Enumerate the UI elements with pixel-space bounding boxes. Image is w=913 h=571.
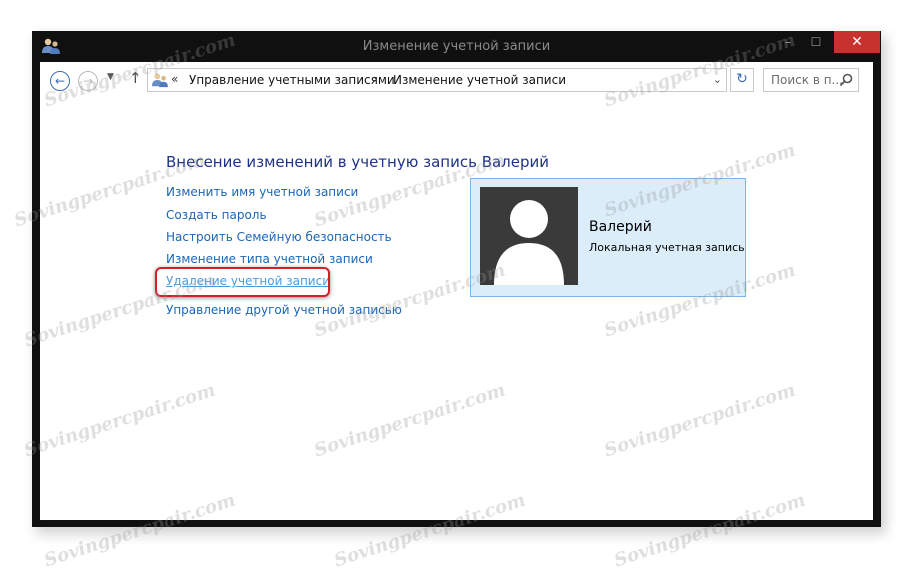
highlight-frame: [155, 267, 330, 297]
minimize-button[interactable]: –: [775, 31, 801, 53]
breadcrumb-change-account[interactable]: Изменение учетной записи: [393, 73, 566, 87]
back-button[interactable]: ←: [50, 71, 70, 91]
refresh-icon: ↻: [736, 71, 748, 87]
back-icon: ←: [54, 74, 66, 88]
link-manage-other-account[interactable]: Управление другой учетной записью: [166, 303, 402, 317]
title-bar[interactable]: Изменение учетной записи – ☐ ✕: [32, 31, 881, 62]
up-arrow-icon[interactable]: ↑: [129, 69, 142, 87]
account-type: Локальная учетная запись: [589, 241, 745, 254]
search-box[interactable]: Поиск в п...: [763, 68, 859, 92]
link-family-safety[interactable]: Настроить Семейную безопасность: [166, 230, 392, 244]
close-button[interactable]: ✕: [834, 31, 880, 53]
control-panel-window: Изменение учетной записи – ☐ ✕ ← → ▼ ↑ «…: [32, 31, 881, 527]
address-chevron[interactable]: «: [171, 72, 178, 86]
content-area: ← → ▼ ↑ « Управление учетными записями ›…: [40, 62, 873, 520]
link-create-password[interactable]: Создать пароль: [166, 208, 267, 222]
window-title: Изменение учетной записи: [362, 39, 551, 54]
user-avatar-icon: [480, 187, 578, 285]
search-placeholder: Поиск в п...: [771, 73, 843, 87]
users-icon: [152, 73, 168, 88]
refresh-button[interactable]: ↻: [730, 68, 754, 92]
forward-icon: →: [82, 74, 94, 88]
page-title: Внесение изменений в учетную запись Вале…: [166, 153, 550, 171]
breadcrumb-accounts[interactable]: Управление учетными записями: [189, 73, 395, 87]
link-change-type[interactable]: Изменение типа учетной записи: [166, 252, 373, 266]
link-change-name[interactable]: Изменить имя учетной записи: [166, 185, 358, 199]
maximize-button[interactable]: ☐: [803, 31, 829, 53]
account-name: Валерий: [589, 219, 652, 235]
address-dropdown-button[interactable]: ⌄: [713, 73, 722, 86]
search-icon[interactable]: [839, 73, 853, 87]
forward-button[interactable]: →: [78, 71, 98, 91]
address-bar[interactable]: « Управление учетными записями › Изменен…: [147, 68, 727, 92]
breadcrumb-separator[interactable]: ›: [373, 72, 378, 86]
account-card: Валерий Локальная учетная запись: [470, 178, 746, 297]
recent-locations-dropdown[interactable]: ▼: [107, 72, 114, 82]
